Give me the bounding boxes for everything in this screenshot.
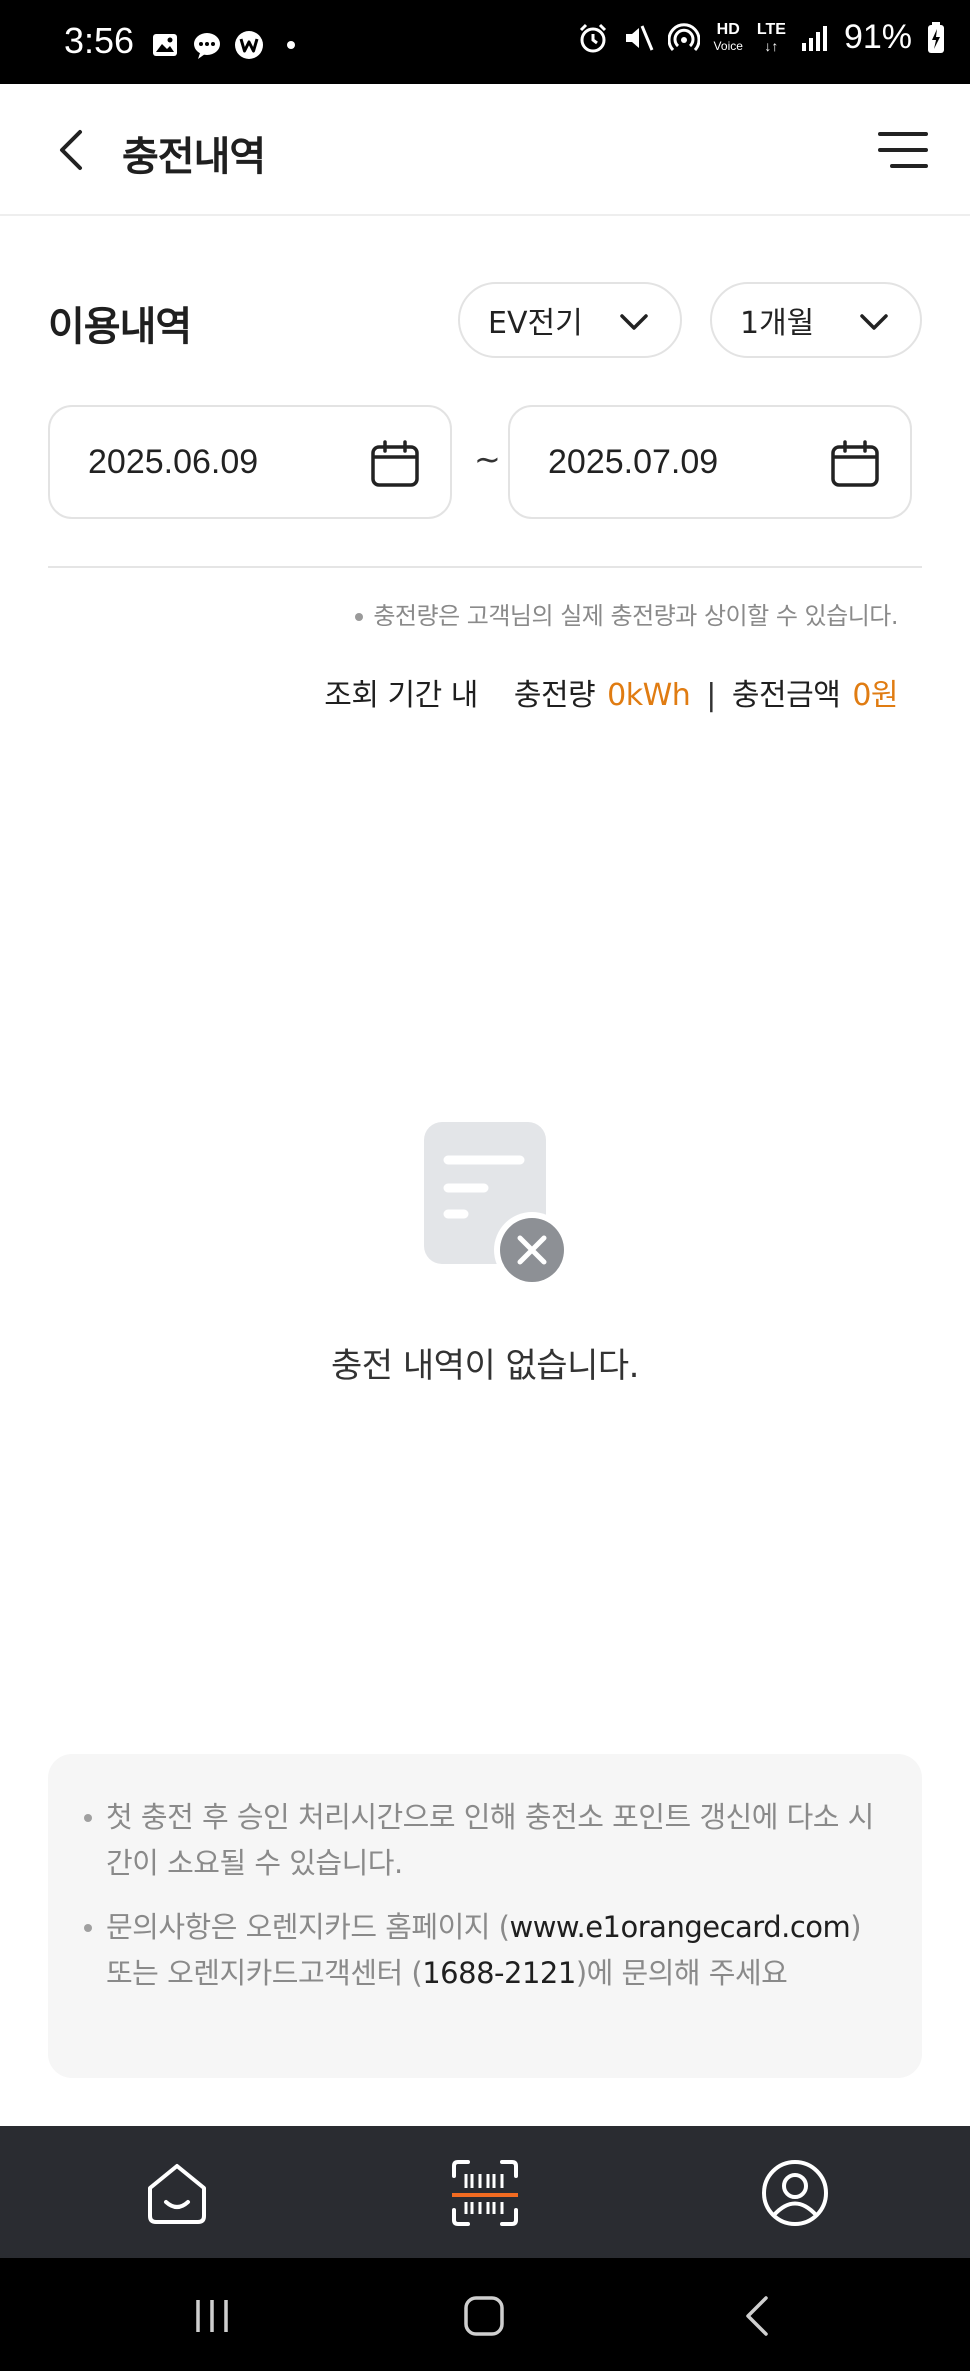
period-select[interactable]: 1개월 <box>710 282 922 358</box>
battery-charging-icon <box>928 21 944 53</box>
mute-icon <box>625 24 653 51</box>
summary-amount-label: 충전량 <box>513 678 596 713</box>
charge-note-text: 충전량은 고객님의 실제 충전량과 상이할 수 있습니다. <box>373 602 898 630</box>
start-date-field[interactable]: 2025.06.09 <box>48 405 452 519</box>
info-item-contact: 문의사항은 오렌지카드 홈페이지 (www.e1orangecard.com) … <box>84 1904 888 1996</box>
type-select-value: EV전기 <box>488 306 583 341</box>
hotspot-icon <box>667 22 700 51</box>
hd-label: HD <box>716 20 740 38</box>
system-back-icon[interactable] <box>736 2294 780 2338</box>
info-item-approval: 첫 충전 후 승인 처리시간으로 인해 충전소 포인트 갱신에 다소 시간이 소… <box>84 1794 888 1886</box>
summary-price-label: 충전금액 <box>731 678 841 713</box>
end-date-field[interactable]: 2025.07.09 <box>508 405 912 519</box>
contact-prefix: 문의사항은 오렌지카드 홈페이지 ( <box>106 1910 510 1944</box>
chevron-down-icon <box>860 314 888 330</box>
homepage-link[interactable]: www.e1orangecard.com <box>510 1910 851 1944</box>
user-profile-icon[interactable] <box>760 2158 830 2228</box>
status-right: HD Voice LTE ↓↑ 91% <box>578 18 946 57</box>
contact-suffix: )에 문의해 주세요 <box>575 1956 788 1990</box>
document-x-icon <box>424 1122 570 1288</box>
status-time: 3:56 <box>64 20 135 61</box>
system-nav-bar <box>0 2258 970 2371</box>
gallery-icon <box>153 34 177 56</box>
page-title: 충전내역 <box>122 134 266 180</box>
chat-icon <box>194 33 220 59</box>
notification-icons <box>150 30 306 60</box>
section-divider <box>48 566 922 568</box>
bullet-dot <box>355 613 364 621</box>
summary-amount-value: 0kWh <box>607 678 691 713</box>
signal-icon <box>801 25 827 51</box>
charge-note: 충전량은 고객님의 실제 충전량과 상이할 수 있습니다. <box>355 596 898 631</box>
summary-period-label: 조회 기간 내 <box>324 678 478 713</box>
alarm-icon <box>579 23 606 52</box>
hamburger-menu-icon[interactable] <box>878 128 928 172</box>
back-chevron-icon[interactable] <box>44 122 100 178</box>
section-title: 이용내역 <box>48 304 192 350</box>
info-box: 첫 충전 후 승인 처리시간으로 인해 충전소 포인트 갱신에 다소 시간이 소… <box>48 1754 922 2078</box>
more-dot-icon <box>287 41 295 49</box>
bottom-nav <box>0 2126 970 2258</box>
home-icon[interactable] <box>142 2158 212 2228</box>
status-bar: 3:56 HD Voice LTE ↓↑ 91% <box>0 0 970 84</box>
empty-message: 충전 내역이 없습니다. <box>331 1346 639 1386</box>
data-arrows-icon: ↓↑ <box>764 37 779 54</box>
barcode-scan-icon[interactable] <box>450 2158 520 2228</box>
w-app-icon <box>235 31 263 59</box>
network-label: LTE <box>756 20 786 38</box>
chevron-down-icon <box>620 314 648 330</box>
voice-label: Voice <box>713 38 743 53</box>
period-summary: 조회 기간 내 충전량 0kWh | 충전금액 0원 <box>324 670 898 714</box>
calendar-icon[interactable] <box>830 439 880 489</box>
app-header: 충전내역 <box>0 84 970 216</box>
end-date-value: 2025.07.09 <box>548 443 719 481</box>
hd-voice-indicator: HD Voice <box>713 20 743 54</box>
period-select-value: 1개월 <box>740 306 815 341</box>
start-date-value: 2025.06.09 <box>88 443 259 481</box>
system-home-icon[interactable] <box>462 2294 506 2338</box>
date-range-separator: ~ <box>474 440 501 478</box>
type-select[interactable]: EV전기 <box>458 282 682 358</box>
calendar-icon[interactable] <box>370 439 420 489</box>
summary-price-value: 0원 <box>852 678 898 713</box>
recent-apps-icon[interactable] <box>190 2294 234 2338</box>
summary-separator: | <box>706 678 716 713</box>
battery-percent: 91% <box>843 18 912 56</box>
phone-link[interactable]: 1688-2121 <box>422 1956 576 1990</box>
lte-indicator: LTE ↓↑ <box>756 20 786 54</box>
